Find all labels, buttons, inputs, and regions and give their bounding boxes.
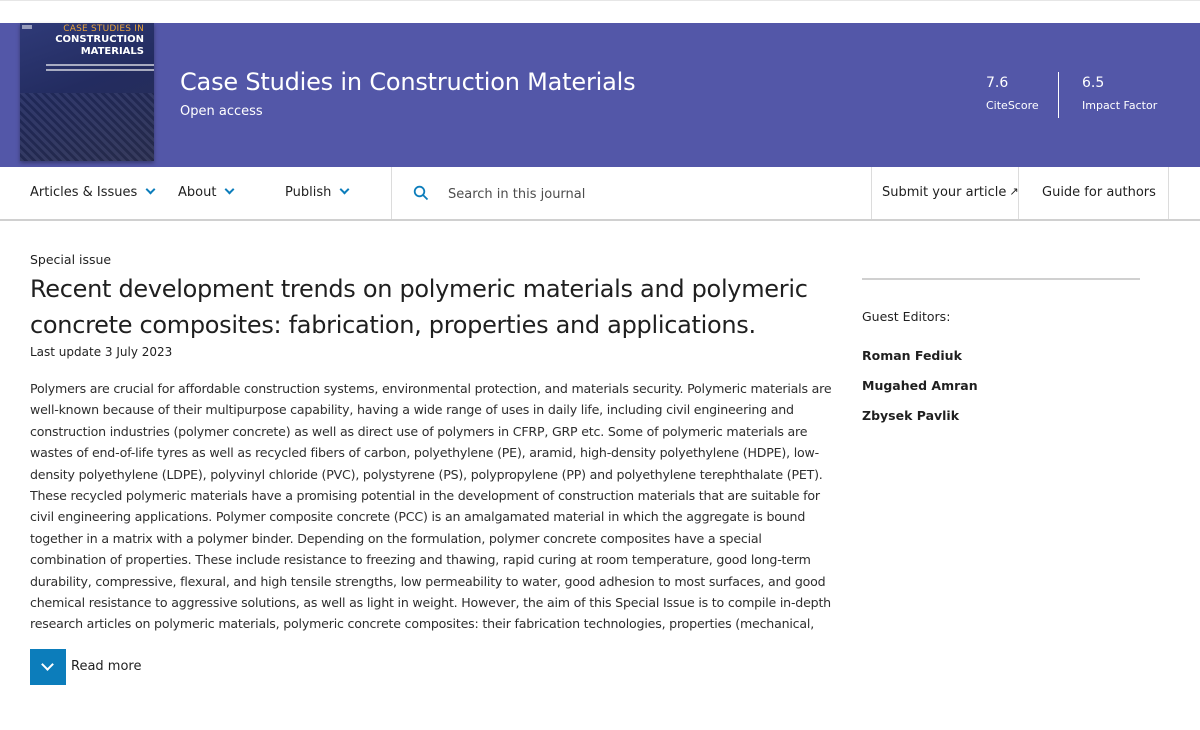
- citescore-value: 7.6: [986, 75, 1009, 91]
- submit-article-label: Submit your article: [882, 185, 1007, 200]
- cover-artwork: [20, 93, 154, 161]
- citescore-label: CiteScore: [986, 99, 1039, 112]
- chevron-down-icon: [41, 658, 54, 671]
- cover-editors-lines: [46, 64, 154, 76]
- chevron-down-icon: [145, 184, 156, 195]
- chevron-down-icon: [339, 184, 350, 195]
- nav-articles-issues[interactable]: Articles & Issues: [30, 184, 156, 200]
- sidebar-divider: [862, 278, 1140, 280]
- cover-title-line2: CONSTRUCTION: [55, 34, 144, 45]
- journal-title[interactable]: Case Studies in Construction Materials: [180, 68, 636, 96]
- guest-editor-name[interactable]: Mugahed Amran: [862, 378, 978, 393]
- chevron-down-icon: [224, 184, 235, 195]
- read-more-button[interactable]: [30, 649, 66, 685]
- special-issue-description: Polymers are crucial for affordable cons…: [30, 381, 832, 632]
- nav-divider: [1018, 167, 1019, 219]
- submit-article-link[interactable]: Submit your article ↗: [882, 185, 1019, 200]
- read-more-label[interactable]: Read more: [71, 659, 141, 674]
- journal-banner: CASE STUDIES IN CONSTRUCTION MATERIALS C…: [0, 23, 1200, 167]
- nav-divider: [391, 167, 392, 219]
- impact-factor-label: Impact Factor: [1082, 99, 1158, 112]
- nav-publish-label: Publish: [285, 185, 332, 200]
- nav-divider: [871, 167, 872, 219]
- open-access-label: Open access: [180, 104, 263, 119]
- nav-publish[interactable]: Publish: [285, 184, 350, 200]
- impact-factor-value: 6.5: [1082, 75, 1105, 91]
- guest-editors-heading: Guest Editors:: [862, 309, 951, 324]
- nav-divider: [1168, 167, 1169, 219]
- citescore-metric[interactable]: 7.6 CiteScore: [986, 75, 1039, 112]
- journal-search-input[interactable]: [448, 183, 848, 205]
- cover-title-line1: CASE STUDIES IN: [63, 24, 144, 34]
- special-issue-title: Recent development trends on polymeric m…: [30, 275, 808, 339]
- cover-title-line3: MATERIALS: [80, 46, 144, 57]
- nav-about-label: About: [178, 185, 217, 200]
- nav-articles-issues-label: Articles & Issues: [30, 185, 138, 200]
- last-update: Last update 3 July 2023: [30, 345, 173, 359]
- guest-editor-name[interactable]: Roman Fediuk: [862, 348, 962, 363]
- guest-editor-name[interactable]: Zbysek Pavlik: [862, 408, 959, 423]
- cover-title: CASE STUDIES IN CONSTRUCTION MATERIALS: [20, 23, 154, 58]
- nav-about[interactable]: About: [178, 184, 235, 200]
- metric-divider: [1058, 72, 1059, 118]
- special-issue-kicker: Special issue: [30, 252, 112, 267]
- guide-for-authors-label: Guide for authors: [1042, 185, 1156, 200]
- journal-nav: Articles & Issues About Publish Submit y…: [0, 167, 1200, 221]
- top-divider: [0, 0, 1200, 1]
- guide-for-authors-link[interactable]: Guide for authors: [1042, 185, 1156, 200]
- search-icon[interactable]: [413, 185, 429, 201]
- impact-factor-metric[interactable]: 6.5 Impact Factor: [1082, 75, 1157, 112]
- journal-cover-image[interactable]: CASE STUDIES IN CONSTRUCTION MATERIALS: [20, 23, 154, 161]
